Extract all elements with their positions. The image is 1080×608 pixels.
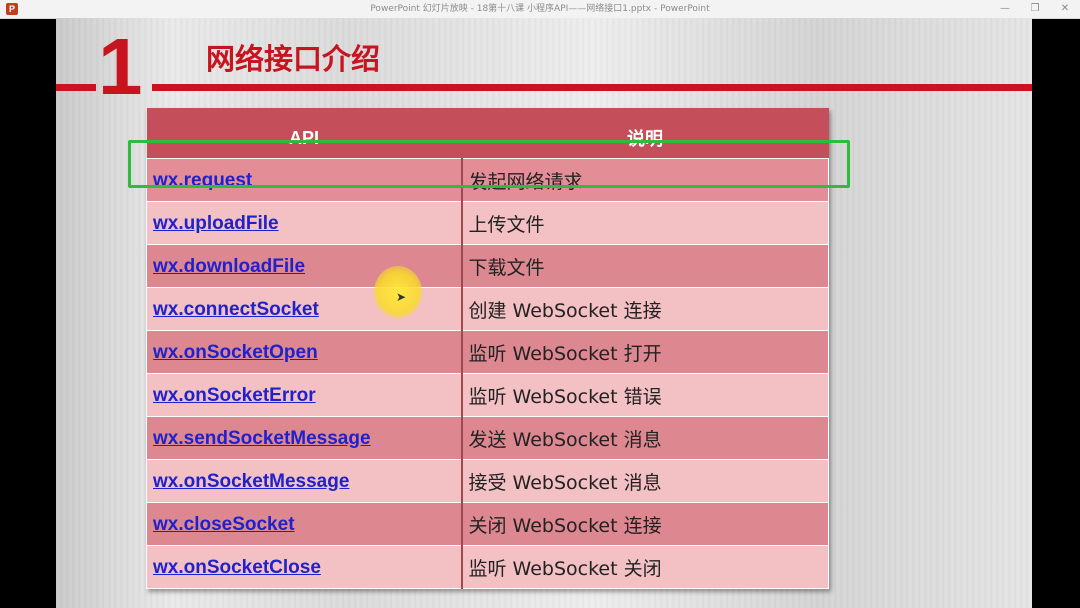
window-titlebar: P PowerPoint 幻灯片放映 - 18第十八课 小程序API——网络接口… xyxy=(0,0,1080,19)
description-cell: 创建 WebSocket 连接 xyxy=(461,287,829,331)
api-cell: wx.uploadFile xyxy=(146,201,463,245)
table-row: wx.onSocketMessage 接受 WebSocket 消息 xyxy=(146,459,829,503)
description-cell: 监听 WebSocket 打开 xyxy=(461,330,829,374)
api-cell: wx.sendSocketMessage xyxy=(146,416,463,460)
table-row: wx.connectSocket 创建 WebSocket 连接 xyxy=(146,287,829,331)
api-link[interactable]: wx.sendSocketMessage xyxy=(153,428,371,449)
table-row: wx.onSocketClose 监听 WebSocket 关闭 xyxy=(146,545,829,589)
table-row: wx.closeSocket 关闭 WebSocket 连接 xyxy=(146,502,829,546)
pointer-arrow-icon: ➤ xyxy=(396,290,407,304)
description-cell: 发送 WebSocket 消息 xyxy=(461,416,829,460)
table-row: wx.downloadFile 下载文件 xyxy=(146,244,829,288)
description-text: 下载文件 xyxy=(468,256,545,279)
minimize-icon[interactable]: — xyxy=(990,0,1020,18)
api-cell: wx.onSocketError xyxy=(146,373,463,417)
api-link[interactable]: wx.onSocketOpen xyxy=(153,342,318,363)
table-row: wx.onSocketError 监听 WebSocket 错误 xyxy=(146,373,829,417)
description-text: 创建 WebSocket 连接 xyxy=(468,299,662,322)
description-text: 发送 WebSocket 消息 xyxy=(468,428,662,451)
highlight-box xyxy=(128,140,850,188)
description-text: 监听 WebSocket 错误 xyxy=(468,385,662,408)
api-cell: wx.onSocketMessage xyxy=(146,459,463,503)
description-text: 监听 WebSocket 打开 xyxy=(468,342,662,365)
api-link[interactable]: wx.onSocketClose xyxy=(153,557,321,578)
table-row: wx.onSocketOpen 监听 WebSocket 打开 xyxy=(146,330,829,374)
table-row: wx.uploadFile 上传文件 xyxy=(146,201,829,245)
api-cell: wx.onSocketOpen xyxy=(146,330,463,374)
description-cell: 接受 WebSocket 消息 xyxy=(461,459,829,503)
description-text: 接受 WebSocket 消息 xyxy=(468,471,662,494)
api-link[interactable]: wx.closeSocket xyxy=(153,514,295,535)
slide-canvas[interactable]: 1 网络接口介绍 API 说明 wx.request 发起网络请求 wx.uploa… xyxy=(56,18,1032,608)
api-link[interactable]: wx.connectSocket xyxy=(153,299,319,320)
description-cell: 上传文件 xyxy=(461,201,829,245)
description-text: 监听 WebSocket 关闭 xyxy=(468,557,662,580)
close-icon[interactable]: ✕ xyxy=(1050,0,1080,18)
api-cell: wx.closeSocket xyxy=(146,502,463,546)
api-link[interactable]: wx.uploadFile xyxy=(153,213,279,234)
description-cell: 监听 WebSocket 错误 xyxy=(461,373,829,417)
description-cell: 关闭 WebSocket 连接 xyxy=(461,502,829,546)
slide-title: 网络接口介绍 xyxy=(206,42,381,76)
table-row: wx.sendSocketMessage 发送 WebSocket 消息 xyxy=(146,416,829,460)
description-text: 关闭 WebSocket 连接 xyxy=(468,514,662,537)
title-rule-right xyxy=(152,84,1032,91)
api-link[interactable]: wx.onSocketError xyxy=(153,385,316,406)
title-rule-left xyxy=(56,84,96,91)
restore-icon[interactable]: ❐ xyxy=(1020,0,1050,18)
api-cell: wx.onSocketClose xyxy=(146,545,463,589)
window-title: PowerPoint 幻灯片放映 - 18第十八课 小程序API——网络接口1.… xyxy=(370,4,710,14)
description-cell: 下载文件 xyxy=(461,244,829,288)
slide-section-number: 1 xyxy=(98,22,142,111)
api-link[interactable]: wx.onSocketMessage xyxy=(153,471,349,492)
description-cell: 监听 WebSocket 关闭 xyxy=(461,545,829,589)
description-text: 上传文件 xyxy=(468,213,545,236)
api-link[interactable]: wx.downloadFile xyxy=(153,256,305,277)
